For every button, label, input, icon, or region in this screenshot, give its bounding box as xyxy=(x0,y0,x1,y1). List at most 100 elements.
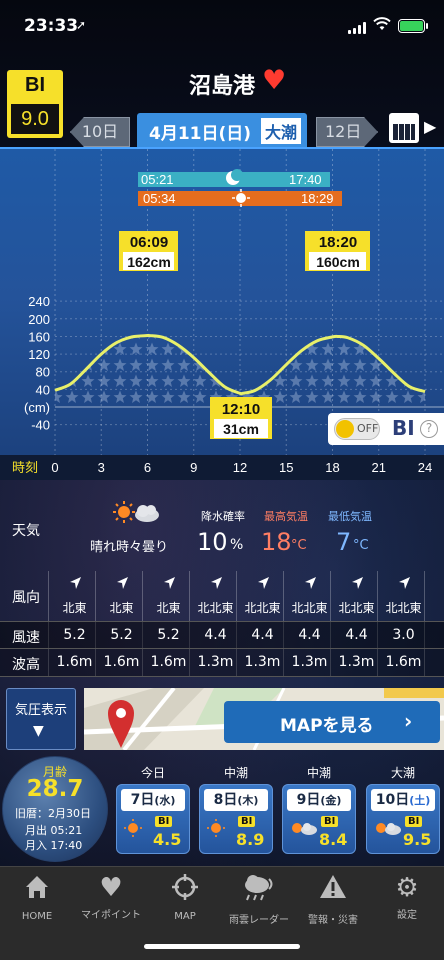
wave-height-value: 1.3m xyxy=(291,654,328,670)
rain-prob-unit: % xyxy=(230,537,244,553)
wind-speed-label: 風速 xyxy=(12,630,40,646)
view-map-button[interactable]: MAPを見る › xyxy=(224,701,440,743)
wind-direction-value: 北東 xyxy=(109,601,134,615)
wind-arrow-icon xyxy=(98,575,145,595)
min-temp-title: 最低気温 xyxy=(328,510,372,523)
day-tide-label: 今日 xyxy=(140,766,165,780)
high-tide-2-height: 160cm xyxy=(316,254,360,270)
gear-icon: ⚙ xyxy=(395,873,419,903)
prev-day-button[interactable]: 10日 xyxy=(70,117,130,147)
y-tick-label: 160 xyxy=(28,329,50,344)
moonrise-time: 月出 05:21 xyxy=(25,824,83,837)
day-bi-label: BI xyxy=(405,816,423,827)
day-bi-label: BI xyxy=(321,816,339,827)
battery-icon xyxy=(398,19,425,33)
day-bi-label: BI xyxy=(155,816,173,827)
x-tick-label: 15 xyxy=(279,460,293,475)
tab-my-point[interactable]: ♥ マイポイント xyxy=(74,873,148,921)
y-tick-label: 40 xyxy=(36,382,50,397)
day-forecast-card[interactable]: 10日(土) BI 9.5 xyxy=(366,784,440,854)
moon-age-value: 28.7 xyxy=(26,776,84,802)
tab-warnings[interactable]: 警報・災害 xyxy=(296,873,370,926)
day-date-number: 9日 xyxy=(296,792,321,808)
tab-rain-radar[interactable]: 雨雲レーダー xyxy=(222,873,296,926)
wave-height-label: 波高 xyxy=(12,657,40,673)
weather-description: 晴れ時々曇り xyxy=(90,540,169,555)
wind-direction-value: 北北東 xyxy=(338,601,375,615)
wind-speed-value: 4.4 xyxy=(204,627,227,643)
day-date-number: 7日 xyxy=(130,792,155,808)
day-date: 10日(土) xyxy=(371,789,435,811)
tab-map[interactable]: MAP xyxy=(148,873,222,922)
wind-speed-value: 4.4 xyxy=(345,627,368,643)
chevron-right-icon[interactable]: ▶ xyxy=(424,117,436,136)
day-forecast-card[interactable]: 7日(水) BI 4.5 xyxy=(116,784,190,854)
next-day-button[interactable]: 12日 xyxy=(316,117,378,147)
x-tick-label: 9 xyxy=(190,460,197,475)
pressure-toggle-button[interactable]: 気圧表示 ▼ xyxy=(6,688,76,750)
calendar-icon[interactable] xyxy=(389,113,419,143)
wind-wave-table: 風向 北東 北東 北東 北北東 北北東 北北東 北北東 北北東 風速 5.2 5.2 5.2 4.4… xyxy=(0,571,444,679)
day-forecast-card[interactable]: 8日(木) BI 8.9 xyxy=(199,784,273,854)
high-tide-callout-1: 06:09 162cm xyxy=(119,231,178,271)
wind-arrow-icon xyxy=(333,575,380,595)
day-tide-label: 中潮 xyxy=(223,766,248,780)
tab-settings[interactable]: ⚙ 設定 xyxy=(370,873,444,921)
high-tide-callout-2: 18:20 160cm xyxy=(305,231,370,271)
lunar-date: 旧暦：2月30日 xyxy=(15,807,91,820)
tab-warnings-label: 警報・災害 xyxy=(308,915,358,926)
y-tick-label: 80 xyxy=(36,365,50,380)
low-tide-height: 31cm xyxy=(223,421,259,437)
day-tide-label: 中潮 xyxy=(306,766,331,780)
wind-direction-value: 北北東 xyxy=(197,601,234,615)
day-of-week: (土) xyxy=(409,794,431,807)
day-date-number: 8日 xyxy=(213,792,238,808)
low-tide-time: 12:10 xyxy=(222,401,260,418)
weather-label: 天気 xyxy=(12,523,40,539)
y-tick-label: (cm) xyxy=(24,400,50,415)
map-preview[interactable]: MAPを見る › xyxy=(84,688,444,750)
y-tick-label: 240 xyxy=(28,294,50,309)
wind-direction-value: 北北東 xyxy=(385,601,422,615)
battery-tip xyxy=(426,23,428,29)
day-bi-value: 4.5 xyxy=(153,830,182,849)
high-tide-1-height: 162cm xyxy=(127,254,171,270)
port-title: 沼島港 xyxy=(188,74,255,99)
sun-icon xyxy=(124,819,142,841)
favorite-heart-icon[interactable]: ♥ xyxy=(262,66,286,96)
sun-icon xyxy=(207,819,225,841)
tab-home[interactable]: HOME xyxy=(0,873,74,922)
wifi-icon xyxy=(373,17,391,35)
day-date-number: 10日 xyxy=(375,792,410,808)
high-tide-2-time: 18:20 xyxy=(319,234,357,251)
wind-arrow-icon xyxy=(239,575,286,595)
max-temp-unit: °C xyxy=(291,538,307,553)
y-tick-label: 120 xyxy=(28,347,50,362)
sun-cloud-icon xyxy=(290,819,318,841)
day-date: 9日(金) xyxy=(287,789,351,811)
x-tick-label: 0 xyxy=(51,460,58,475)
bi-index-badge: BI 9.0 xyxy=(7,70,63,138)
home-indicator[interactable] xyxy=(144,944,300,949)
wind-direction-value: 北東 xyxy=(156,601,181,615)
day-bi-value: 8.4 xyxy=(319,830,348,849)
help-icon[interactable]: ? xyxy=(420,420,438,438)
bi-toggle-label: BI xyxy=(392,416,415,440)
min-temp-unit: °C xyxy=(353,538,369,553)
bi-overlay-toggle[interactable]: OFF BI ? xyxy=(328,413,444,445)
x-tick-label: 21 xyxy=(372,460,386,475)
tab-my-point-label: マイポイント xyxy=(81,910,141,921)
day-of-week: (金) xyxy=(320,794,342,807)
wind-direction-label: 風向 xyxy=(12,590,40,606)
current-date: 4月11日(日) xyxy=(149,124,252,144)
sun-cloud-icon xyxy=(113,501,159,523)
day-forecast-card[interactable]: 9日(金) BI 8.4 xyxy=(282,784,356,854)
wind-arrow-icon xyxy=(286,575,333,595)
cellular-signal-icon xyxy=(348,22,368,34)
bi-toggle-switch[interactable]: OFF xyxy=(334,418,380,440)
wind-speed-value: 5.2 xyxy=(110,627,133,643)
day-bi-label: BI xyxy=(238,816,256,827)
weather-summary: 天気 晴れ時々曇り 降水確率 10 % 最高気温 18 °C 最低気温 7 °C xyxy=(0,492,444,570)
day-bi-value: 9.5 xyxy=(403,830,432,849)
wind-speed-value: 5.2 xyxy=(157,627,180,643)
